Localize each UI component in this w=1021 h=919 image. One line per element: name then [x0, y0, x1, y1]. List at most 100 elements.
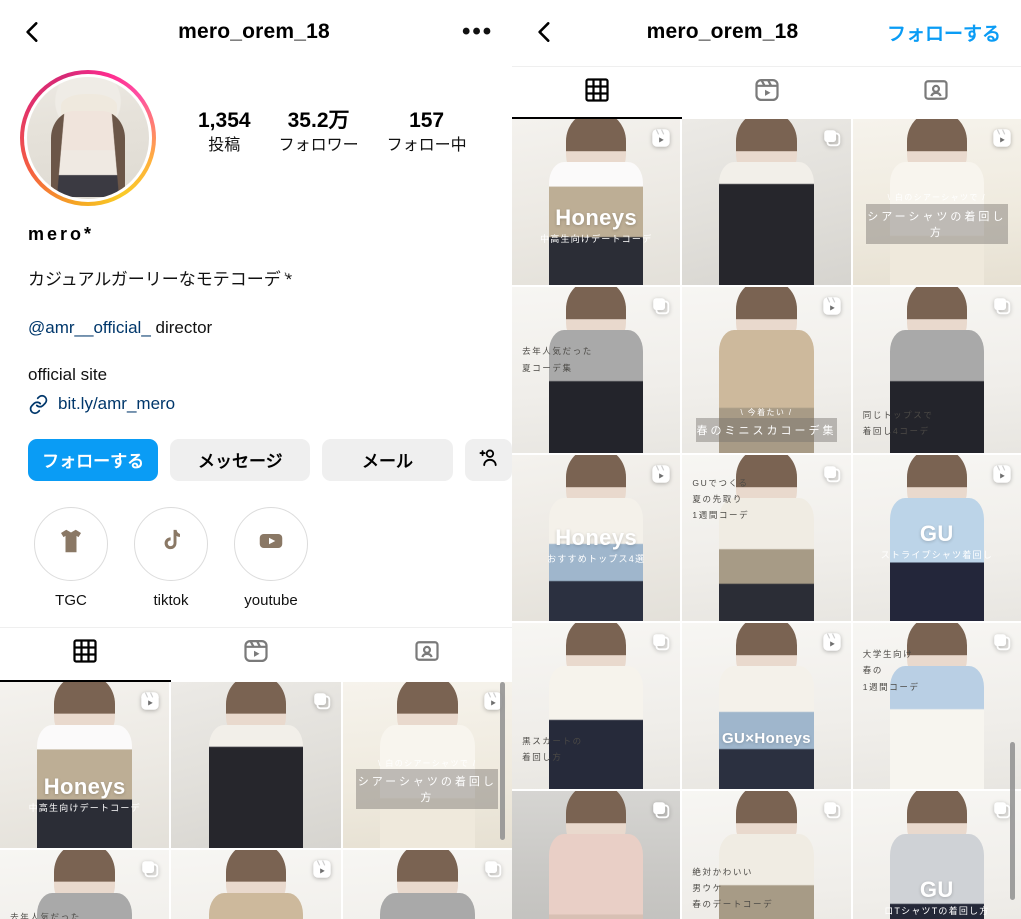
bio-external-link-row[interactable]: bit.ly/amr_mero — [28, 394, 490, 415]
chevron-left-icon[interactable] — [532, 19, 558, 45]
post-caption: 同じトップスで 着回し4コーデ — [862, 409, 934, 436]
chevron-left-icon[interactable] — [20, 19, 46, 45]
post-caption: 去年人気だった 夏コーデ集 — [522, 346, 593, 373]
post-thumbnail[interactable]: GU ストライプシャツ着回し — [852, 455, 1021, 621]
page-title: mero_orem_18 — [178, 20, 330, 43]
stat-value: 1,354 — [198, 109, 251, 132]
display-name: mero* — [28, 224, 95, 244]
stat-posts[interactable]: 1,354 投稿 — [184, 108, 265, 158]
post-thumbnail[interactable]: \ 白のシアーシャツで / シアーシャツの着回し方 — [852, 119, 1021, 285]
page-title: mero_orem_18 — [646, 20, 799, 43]
mail-button[interactable]: メール — [322, 438, 453, 481]
carousel-badge-icon — [821, 127, 843, 149]
highlights-row: TGC tiktok youtube — [0, 481, 512, 609]
tab-tagged[interactable] — [851, 67, 1021, 119]
vertical-scrollbar[interactable] — [500, 682, 505, 840]
tab-grid[interactable] — [0, 628, 171, 682]
reels-icon — [753, 76, 781, 109]
post-thumbnail[interactable]: GUでつくる 夏の先取り 1週間コーデ — [682, 455, 851, 621]
right-tabbar — [512, 66, 1021, 119]
follow-button[interactable]: フォローする — [28, 438, 159, 481]
carousel-badge-icon — [650, 799, 672, 821]
tab-reels[interactable] — [682, 67, 852, 119]
vertical-scrollbar[interactable] — [1010, 742, 1015, 900]
post-thumbnail[interactable]: 同じトップスで 着回し4コーデ — [852, 287, 1021, 453]
reel-badge-icon — [650, 127, 672, 149]
bio-mention-suffix: director — [150, 317, 213, 337]
highlight-circle — [134, 506, 208, 581]
post-subtitle: \ 今着たい / — [740, 407, 793, 417]
post-thumbnail[interactable]: 黒スカートの 着回し方 — [512, 623, 681, 789]
carousel-badge-icon — [139, 858, 161, 880]
youtube-icon — [256, 526, 286, 561]
right-post-grid: Honeys 中高生向けデートコーデ \ 白のシアーシャツで / シアーシャツの… — [512, 119, 1021, 919]
highlight-label: youtube — [244, 591, 298, 609]
post-thumbnail[interactable]: \ 今着たい / 春のミニスカコーデ集 — [682, 287, 851, 453]
highlight-tiktok[interactable]: tiktok — [134, 506, 208, 609]
link-chain-icon — [28, 394, 49, 415]
stat-following[interactable]: 157 フォロー中 — [373, 108, 481, 158]
grid-icon — [71, 637, 99, 670]
bio-mention-line: @amr__official_ director — [28, 315, 490, 341]
stat-label: フォロー中 — [386, 137, 467, 155]
bio-mention-link[interactable]: @amr__official_ — [28, 318, 151, 337]
tab-grid[interactable] — [512, 67, 682, 119]
action-buttons-row: フォローする メッセージ メール — [0, 415, 512, 481]
avatar[interactable] — [20, 70, 156, 206]
post-caption: 大学生向け 春の 1週間コーデ — [862, 649, 920, 692]
bio-description: カジュアルガーリーなモテコーデ ͗* — [28, 270, 293, 289]
profile-picture — [27, 77, 149, 199]
profile-header: 1,354 投稿 35.2万 フォロワー 157 フォロー中 — [0, 64, 512, 206]
reel-badge-icon — [991, 127, 1013, 149]
stats-row: 1,354 投稿 35.2万 フォロワー 157 フォロー中 — [156, 70, 481, 158]
post-thumbnail[interactable]: 絶対かわいい 男ウケ 春のデートコーデ — [682, 791, 851, 919]
post-thumbnail[interactable]: \ 白のシアーシャツで / シアーシャツの着回し方 — [342, 681, 512, 848]
reel-badge-icon — [650, 463, 672, 485]
more-options-icon[interactable]: ••• — [462, 20, 492, 44]
tiktok-icon — [157, 527, 185, 560]
post-thumbnail[interactable]: 春のミニスカコーデ集 — [171, 849, 341, 919]
post-thumbnail[interactable]: GU×Honeys — [682, 623, 851, 789]
highlight-youtube[interactable]: youtube — [234, 506, 308, 609]
avatar-inner-border — [24, 74, 152, 202]
tagged-person-icon — [922, 76, 950, 109]
carousel-badge-icon — [991, 295, 1013, 317]
highlight-label: TGC — [55, 591, 87, 609]
message-button[interactable]: メッセージ — [170, 438, 311, 481]
carousel-badge-icon — [482, 858, 504, 880]
stat-followers[interactable]: 35.2万 フォロワー — [265, 108, 373, 158]
post-thumbnail[interactable]: GU ロTシャツTの着回し方 — [852, 791, 1021, 919]
post-thumbnail[interactable]: 大学生向け 春の 1週間コーデ — [852, 623, 1021, 789]
bio-link-text[interactable]: bit.ly/amr_mero — [58, 394, 175, 414]
post-thumbnail[interactable]: Honeys 中高生向けデートコーデ — [0, 681, 170, 848]
right-grid-panel: mero_orem_18 フォローする Honeys 中高生向けデートコーデ \… — [512, 0, 1021, 919]
left-tabbar — [0, 626, 512, 682]
right-topbar: mero_orem_18 フォローする — [512, 0, 1021, 64]
post-thumbnail[interactable]: 去年人気だった 夏コーデ集 — [0, 849, 170, 919]
post-thumbnail[interactable] — [171, 681, 341, 848]
post-thumbnail[interactable]: 去年人気だった 夏コーデ集 — [512, 287, 681, 453]
tagged-person-icon — [413, 637, 441, 670]
follow-button[interactable]: フォローする — [887, 19, 1001, 46]
post-thumbnail[interactable]: 同じトップスで 着回し4コーデ — [342, 849, 512, 919]
post-thumbnail[interactable] — [512, 791, 681, 919]
highlight-tgc[interactable]: TGC — [34, 506, 108, 609]
tab-reels[interactable] — [171, 628, 342, 682]
post-thumbnail[interactable]: Honeys おすすめトップス4選 — [512, 455, 681, 621]
left-topbar: mero_orem_18 ••• — [0, 0, 512, 64]
add-person-button[interactable] — [464, 438, 512, 481]
reel-badge-icon — [311, 858, 333, 880]
post-caption: シアーシャツの着回し方 — [866, 203, 1008, 244]
app-screen: mero_orem_18 ••• 1,354 投稿 35.2万 フォロワー 15… — [0, 0, 1021, 919]
post-caption: 絶対かわいい 男ウケ 春のデートコーデ — [692, 867, 774, 910]
post-caption: 春のミニスカコーデ集 — [695, 418, 838, 443]
carousel-badge-icon — [821, 799, 843, 821]
reel-badge-icon — [139, 690, 161, 712]
add-person-icon — [477, 446, 500, 474]
left-profile-panel: mero_orem_18 ••• 1,354 投稿 35.2万 フォロワー 15… — [0, 0, 512, 919]
post-thumbnail[interactable] — [682, 119, 851, 285]
post-thumbnail[interactable]: Honeys 中高生向けデートコーデ — [512, 119, 681, 285]
tab-tagged[interactable] — [341, 628, 512, 682]
stat-label: フォロワー — [278, 137, 359, 155]
carousel-badge-icon — [991, 631, 1013, 653]
